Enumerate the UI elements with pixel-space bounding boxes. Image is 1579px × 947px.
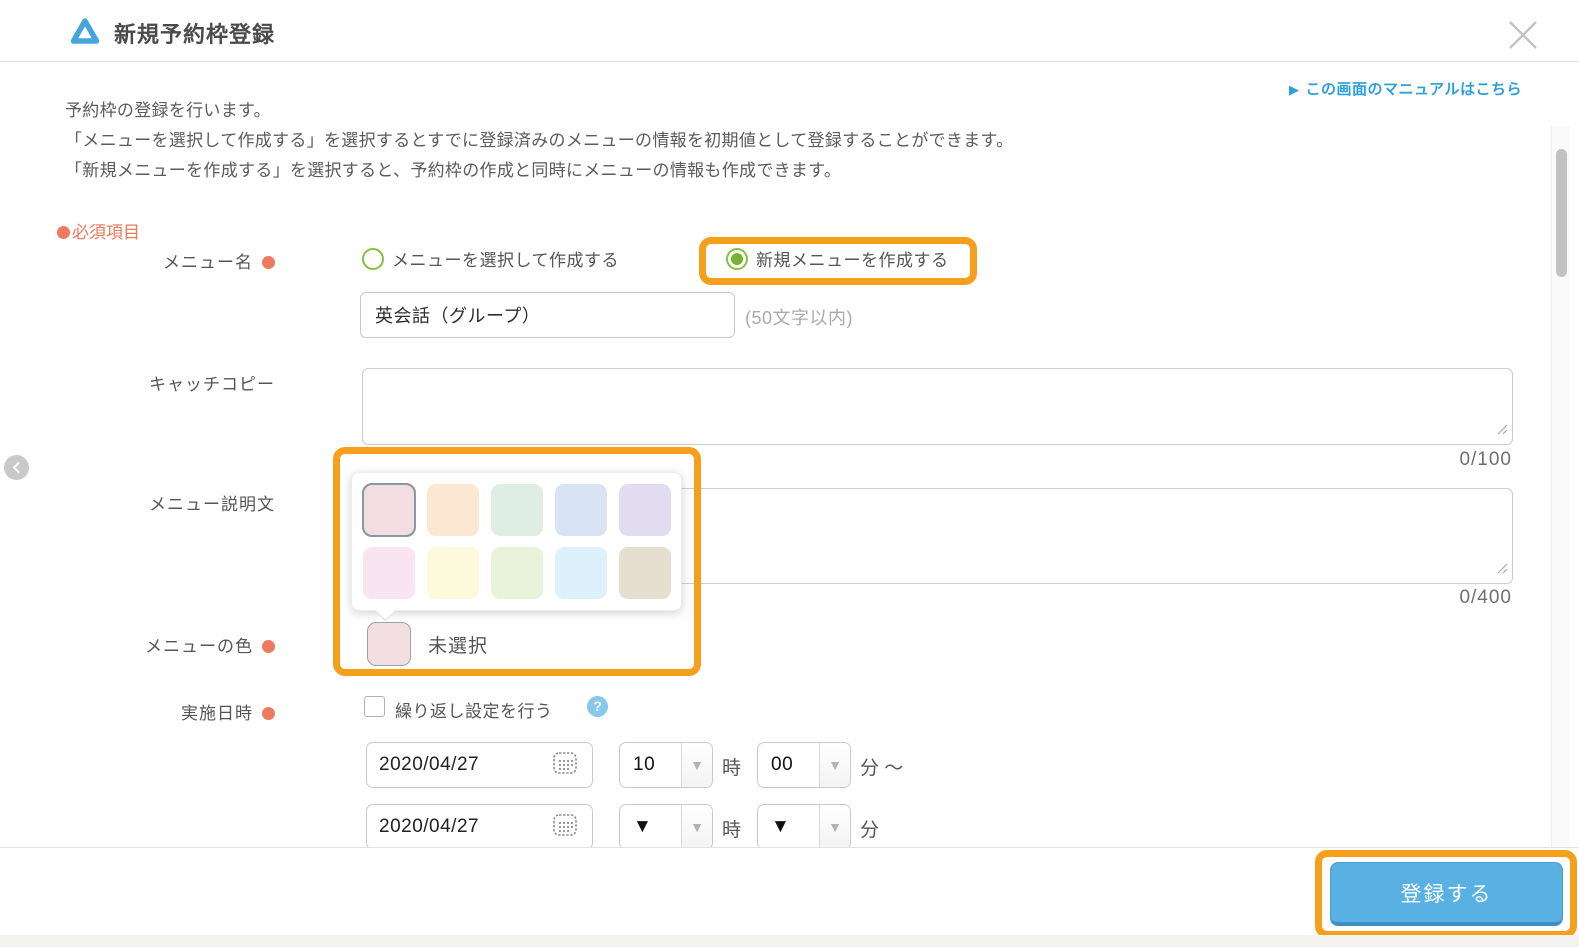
page-title: 新規予約枠登録 [114,22,276,47]
manual-link[interactable]: ▶ この画面のマニュアルはこちら [1289,78,1522,99]
field-label-menu-color: メニューの色 [0,632,275,657]
chevron-down-icon[interactable]: ▼ [819,743,850,787]
modal-header: 新規予約枠登録 [0,0,1579,62]
repeat-checkbox-label: 繰り返し設定を行う [395,702,553,721]
end-date-value: 2020/04/27 [379,816,480,837]
calendar-icon[interactable] [550,810,580,845]
color-palette-grid [362,483,681,599]
radio-select-existing-menu[interactable]: メニューを選択して作成する [362,246,619,271]
intro-line-3: 「新規メニューを作成する」を選択すると、予約枠の作成と同時にメニューの情報も作成… [65,161,842,180]
repeat-checkbox[interactable] [364,696,385,717]
color-swatch[interactable] [491,547,543,599]
color-swatch[interactable] [555,547,607,599]
popup-caret [374,599,397,622]
resize-grip-icon[interactable] [1495,561,1509,580]
required-dot-icon [57,226,70,239]
end-minute-placeholder: ▼ [771,816,791,837]
triangle-icon: ▶ [1288,82,1300,97]
scrollbar-thumb[interactable] [1556,149,1567,277]
modal-footer: 登録する [0,847,1579,938]
required-dot-icon [262,707,275,720]
help-icon[interactable]: ? [587,696,608,717]
resize-grip-icon[interactable] [1495,422,1509,441]
collapse-panel-button[interactable] [4,455,29,480]
radio-unchecked-icon[interactable] [362,247,384,270]
required-dot-icon [262,640,275,653]
start-minute-select[interactable]: 00 ▼ [757,742,851,788]
catch-copy-textarea[interactable] [362,368,1513,445]
required-items-note: 必須項目 [57,218,140,243]
color-swatch[interactable] [363,547,415,599]
minute-unit-label: 分 [860,820,880,841]
color-swatch[interactable] [555,484,607,536]
description-counter: 0/400 [1459,587,1512,608]
chevron-left-icon [13,462,20,473]
manual-link-label: この画面のマニュアルはこちら [1305,81,1522,98]
color-swatch[interactable] [362,483,416,537]
menu-name-hint: (50文字以内) [745,308,854,328]
scrollbar-track[interactable] [1551,126,1570,847]
start-minute-value: 00 [771,754,794,775]
end-minute-select[interactable]: ▼ ▼ [757,804,851,847]
minute-unit-label: 分 ～ [860,758,904,779]
color-swatch[interactable] [619,484,671,536]
chevron-down-icon[interactable]: ▼ [819,805,850,847]
color-swatch[interactable] [427,547,479,599]
field-label-catch-copy: キャッチコピー [149,375,275,394]
color-palette-popup [351,472,682,622]
start-hour-select[interactable]: 10 ▼ [619,742,713,788]
radio-label: 新規メニューを作成する [756,251,949,270]
hour-unit-label: 時 [722,758,742,779]
color-swatch[interactable] [619,547,671,599]
close-icon[interactable] [1501,13,1545,57]
start-date-input[interactable]: 2020/04/27 [366,742,593,788]
end-hour-placeholder: ▼ [633,816,653,837]
hour-unit-label: 時 [722,820,742,841]
calendar-icon[interactable] [550,748,580,783]
start-hour-value: 10 [633,754,656,775]
intro-line-2: 「メニューを選択して作成する」を選択するとすでに登録済みのメニューの情報を初期値… [65,131,1014,150]
selected-color-swatch[interactable] [367,622,411,666]
radio-checked-icon[interactable] [726,247,748,270]
modal-body: ▶ この画面のマニュアルはこちら 予約枠の登録を行います。 「メニューを選択して作… [0,63,1579,847]
end-date-input[interactable]: 2020/04/27 [366,804,593,847]
catch-copy-counter: 0/100 [1459,449,1512,470]
end-hour-select[interactable]: ▼ ▼ [619,804,713,847]
required-dot-icon [262,256,275,269]
menu-name-input[interactable] [360,292,735,338]
radio-label: メニューを選択して作成する [392,251,619,270]
chevron-down-icon[interactable]: ▼ [681,743,712,787]
chevron-down-icon[interactable]: ▼ [681,805,712,847]
app-logo-icon [67,15,103,54]
color-swatch[interactable] [491,484,543,536]
start-date-value: 2020/04/27 [379,754,480,775]
submit-button[interactable]: 登録する [1330,862,1563,926]
radio-create-new-menu[interactable]: 新規メニューを作成する [726,246,949,271]
color-swatch[interactable] [427,484,479,536]
intro-text: 予約枠の登録を行います。 「メニューを選択して作成する」を選択するとすでに登録済… [65,96,1013,186]
selected-color-label: 未選択 [428,636,489,657]
field-label-menu-name: メニュー名 [0,248,275,273]
field-label-description: メニュー説明文 [149,495,275,514]
page-background-strip [0,935,1579,947]
field-label-datetime: 実施日時 [0,699,275,724]
intro-line-1: 予約枠の登録を行います。 [65,101,271,120]
